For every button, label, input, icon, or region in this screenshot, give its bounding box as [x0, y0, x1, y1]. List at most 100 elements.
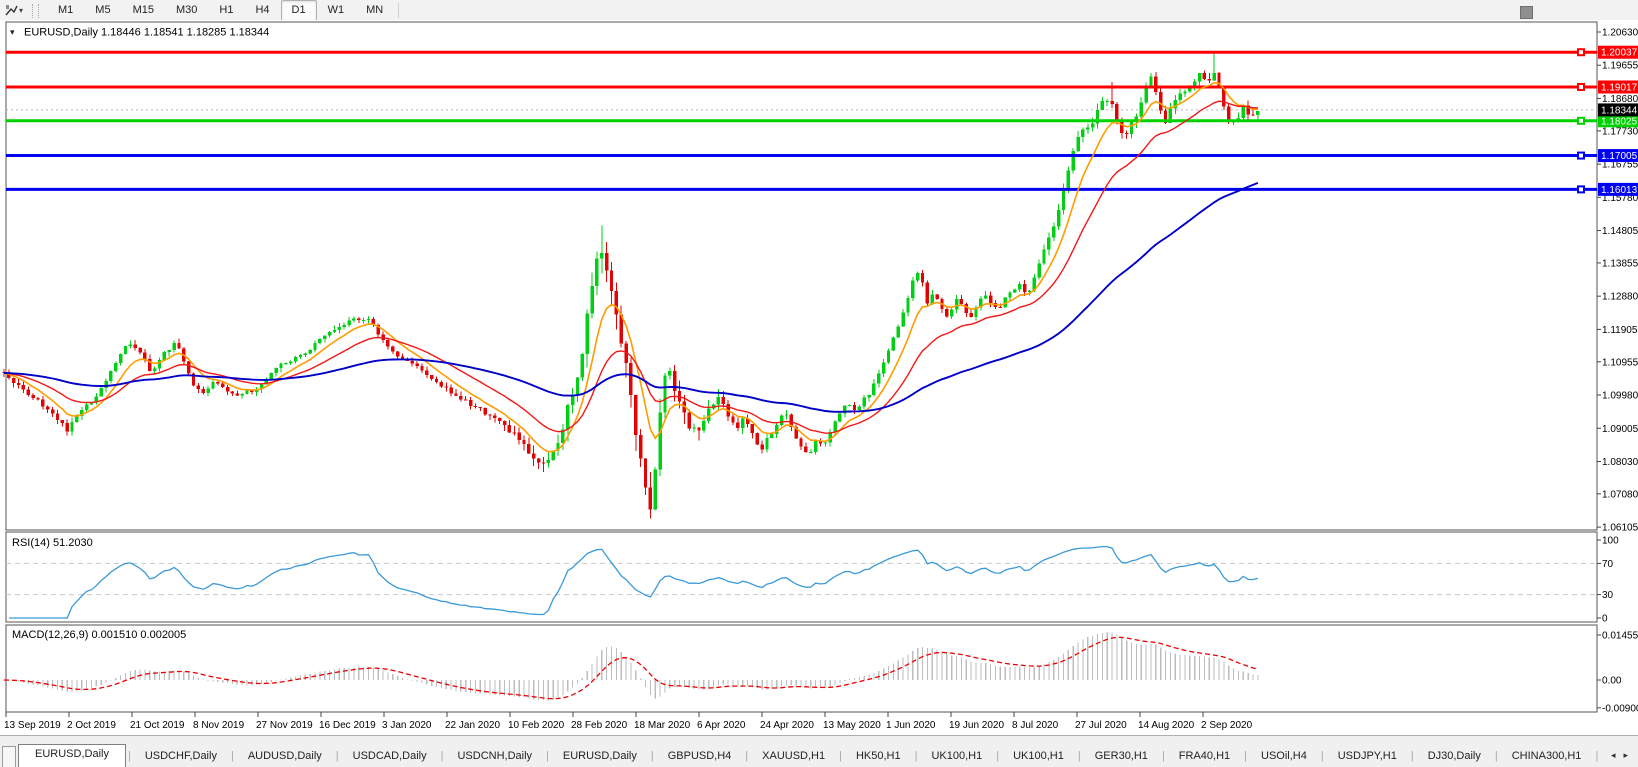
candle: [1037, 263, 1040, 277]
candle: [1008, 292, 1011, 297]
candle: [430, 375, 433, 379]
timeframe-button-m1[interactable]: M1: [47, 0, 84, 21]
candle: [454, 393, 457, 396]
price-badge: 1.16013: [1598, 183, 1638, 196]
candle: [717, 397, 720, 404]
candle: [289, 361, 292, 363]
candle: [1154, 77, 1157, 92]
candle: [338, 327, 341, 330]
candle: [435, 379, 438, 382]
candle: [916, 273, 919, 280]
chart-tab-usdchf-daily[interactable]: USDCHF,Daily: [131, 747, 231, 767]
candle: [663, 376, 666, 413]
level-line-handle[interactable]: [1578, 118, 1584, 124]
candle: [736, 422, 739, 428]
macd-tick-label: -0.009003: [1602, 703, 1638, 714]
candle: [440, 382, 443, 386]
chart-tab-ger30-h1[interactable]: GER30,H1: [1081, 747, 1162, 767]
price-tick-label: 1.17730: [1602, 126, 1638, 137]
level-line-handle[interactable]: [1578, 186, 1584, 192]
timeframe-button-m15[interactable]: M15: [122, 0, 165, 21]
timeframe-button-d1[interactable]: D1: [281, 0, 317, 21]
rsi-tick-label: 70: [1602, 559, 1614, 570]
chart-tab-usdjpy-h1[interactable]: USDJPY,H1: [1324, 747, 1411, 767]
timeframe-button-h4[interactable]: H4: [244, 0, 280, 21]
chart-tab-uk100-h1[interactable]: UK100,H1: [999, 747, 1078, 767]
svg-text:1.20037: 1.20037: [1601, 48, 1638, 59]
level-line-handle[interactable]: [1578, 153, 1584, 159]
price-tick-label: 1.09980: [1602, 391, 1638, 402]
candle: [386, 340, 389, 346]
candle: [867, 395, 870, 398]
date-tick-label: 2 Oct 2019: [67, 720, 116, 731]
timeframe-button-m30[interactable]: M30: [165, 0, 208, 21]
chart-tab-usoil-h1[interactable]: USOil,H1: [1598, 747, 1605, 767]
candle: [420, 366, 423, 370]
candle: [1256, 111, 1259, 115]
price-badge: 1.20037: [1598, 46, 1638, 59]
chart-tab-audusd-daily[interactable]: AUDUSD,Daily: [234, 747, 336, 767]
candle: [707, 409, 710, 422]
candle: [838, 413, 841, 421]
tab-scroll-left-icon[interactable]: ◂: [1611, 750, 1616, 761]
timeframe-button-mn[interactable]: MN: [355, 0, 394, 21]
chart-tab-hk50-h1[interactable]: HK50,H1: [842, 747, 915, 767]
candle: [172, 343, 175, 350]
macd-label: MACD(12,26,9) 0.001510 0.002005: [12, 629, 186, 641]
price-tick-label: 1.14805: [1602, 226, 1638, 237]
chart-tab-usdcad-daily[interactable]: USDCAD,Daily: [339, 747, 441, 767]
candle: [814, 441, 817, 452]
chart-tab-fra40-h1[interactable]: FRA40,H1: [1165, 747, 1244, 767]
price-tick-label: 1.06105: [1602, 523, 1638, 534]
chart-tab-dj30-daily[interactable]: DJ30,Daily: [1414, 747, 1495, 767]
candle: [892, 337, 895, 350]
chart-mode-dropdown-icon[interactable]: ▾: [19, 6, 23, 15]
candle: [872, 383, 875, 394]
chart-tab-uk100-h1[interactable]: UK100,H1: [917, 747, 996, 767]
chart-mode-icon[interactable]: [4, 4, 18, 18]
chart-tab-xauusd-h1[interactable]: XAUUSD,H1: [748, 747, 839, 767]
chart-tab-eurusd-daily[interactable]: EURUSD,Daily: [18, 744, 126, 767]
date-tick-label: 21 Oct 2019: [130, 720, 185, 731]
timeframe-button-m5[interactable]: M5: [84, 0, 121, 21]
candle: [945, 309, 948, 317]
candle: [153, 368, 156, 371]
tab-scroll-right-icon[interactable]: ▸: [1623, 750, 1628, 761]
candle: [415, 364, 418, 366]
toolbar-grip[interactable]: [32, 4, 39, 18]
level-line-handle[interactable]: [1578, 84, 1584, 90]
candle: [1110, 101, 1113, 104]
timeframe-button-h1[interactable]: H1: [208, 0, 244, 21]
candle: [284, 363, 287, 364]
toolbar-dock-handle[interactable]: [1520, 6, 1533, 19]
candle: [391, 347, 394, 352]
candle: [1183, 92, 1186, 94]
price-tick-label: 1.07080: [1602, 489, 1638, 500]
chart-tab-gbpusd-h4[interactable]: GBPUSD,H4: [654, 747, 746, 767]
level-line-handle[interactable]: [1578, 49, 1584, 55]
chart-tab-china300-h1[interactable]: CHINA300,H1: [1498, 747, 1596, 767]
chart-canvas[interactable]: 1.206301.196551.186801.177301.167551.157…: [0, 20, 1638, 735]
svg-text:1.18025: 1.18025: [1601, 116, 1638, 127]
candle: [197, 386, 200, 389]
candle: [571, 395, 574, 405]
candle: [532, 454, 535, 459]
chart-window[interactable]: 1.206301.196551.186801.177301.167551.157…: [0, 20, 1638, 735]
candle: [143, 353, 146, 359]
chart-tab-usdcnh-daily[interactable]: USDCNH,Daily: [443, 747, 546, 767]
macd-tick-label: 0.00: [1602, 676, 1622, 687]
candle: [401, 356, 404, 358]
timeframe-button-w1[interactable]: W1: [317, 0, 356, 21]
candle: [226, 387, 229, 392]
chart-tab-usoil-h4[interactable]: USOil,H4: [1247, 747, 1321, 767]
candle: [542, 463, 545, 464]
candle: [270, 373, 273, 379]
chart-tab-eurusd-daily[interactable]: EURUSD,Daily: [549, 747, 651, 767]
candle: [114, 363, 117, 371]
price-tick-label: 1.19655: [1602, 61, 1638, 72]
tab-scroll-arrows: ◂ ▸: [1605, 750, 1638, 767]
candle: [498, 418, 501, 421]
candle: [935, 294, 938, 299]
candle: [517, 433, 520, 441]
date-tick-label: 3 Jan 2020: [382, 720, 432, 731]
